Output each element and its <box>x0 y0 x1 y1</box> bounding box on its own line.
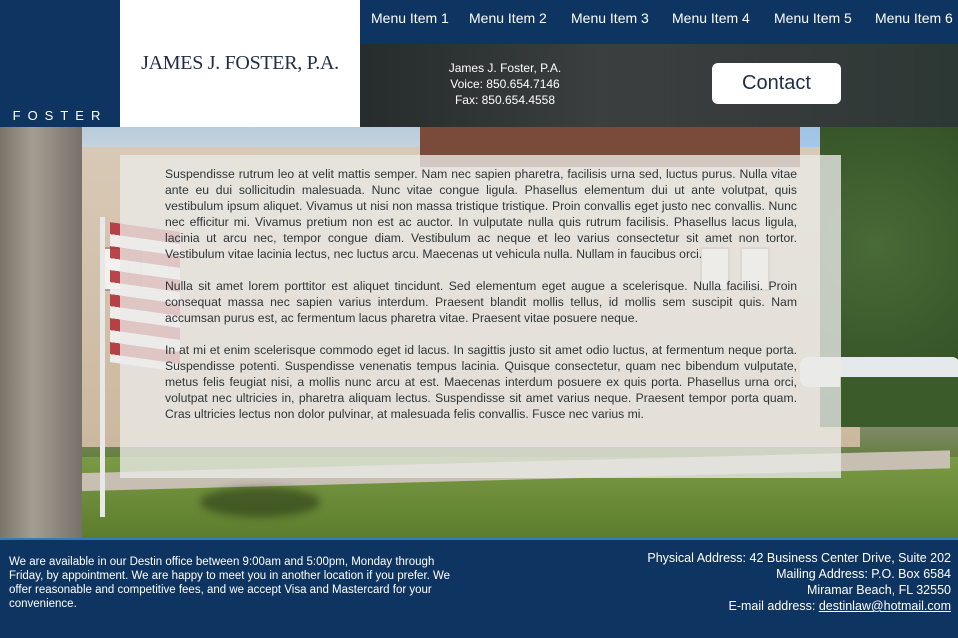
main-content: Suspendisse rutrum leo at velit mattis s… <box>165 166 797 438</box>
content-paragraph: Nulla sit amet lorem porttitor est aliqu… <box>165 279 797 325</box>
hedge <box>840 377 958 427</box>
nav-menu-item-3[interactable]: Menu Item 3 <box>571 10 649 26</box>
logo-text: JAMES J. FOSTER, P.A. <box>141 52 339 74</box>
nav-menu-item-1[interactable]: Menu Item 1 <box>371 10 449 26</box>
email-line: E-mail address: destinlaw@hotmail.com <box>531 598 952 614</box>
contact-button[interactable]: Contact <box>712 63 841 104</box>
nav-menu-item-5[interactable]: Menu Item 5 <box>774 10 852 26</box>
side-brand-text: FOSTER <box>12 108 108 123</box>
mailing-address: Mailing Address: P.O. Box 6584 <box>776 567 951 581</box>
availability-text: We are available in our Destin office be… <box>9 556 451 610</box>
nav-menu-item-4[interactable]: Menu Item 4 <box>672 10 750 26</box>
main-nav: Menu Item 1 Menu Item 2 Menu Item 3 Menu… <box>360 0 958 44</box>
banner-contact-info: James J. Foster, P.A. Voice: 850.654.714… <box>420 60 590 108</box>
footer: We are available in our Destin office be… <box>0 538 958 638</box>
flagpole <box>100 217 105 517</box>
physical-address: Physical Address: 42 Business Center Dri… <box>647 551 951 565</box>
email-prefix: E-mail address: <box>728 599 819 613</box>
content-paragraph: In at mi et enim scelerisque commodo ege… <box>165 343 797 421</box>
tree-shadow <box>200 487 320 517</box>
voice-number: Voice: 850.654.7146 <box>450 77 560 91</box>
email-link[interactable]: destinlaw@hotmail.com <box>819 599 951 613</box>
fax-number: Fax: 850.654.4558 <box>454 93 556 107</box>
nav-menu-item-2[interactable]: Menu Item 2 <box>469 10 547 26</box>
header-left-block: FOSTER <box>0 0 120 127</box>
city-line: Miramar Beach, FL 32550 <box>806 583 951 597</box>
content-paragraph: Suspendisse rutrum leo at velit mattis s… <box>165 167 797 261</box>
firm-name: James J. Foster, P.A. <box>448 61 562 75</box>
address-block: Physical Address: 42 Business Center Dri… <box>531 550 951 614</box>
wooden-pole <box>0 127 82 538</box>
nav-menu-item-6[interactable]: Menu Item 6 <box>875 10 953 26</box>
logo[interactable]: JAMES J. FOSTER, P.A. <box>120 0 360 127</box>
